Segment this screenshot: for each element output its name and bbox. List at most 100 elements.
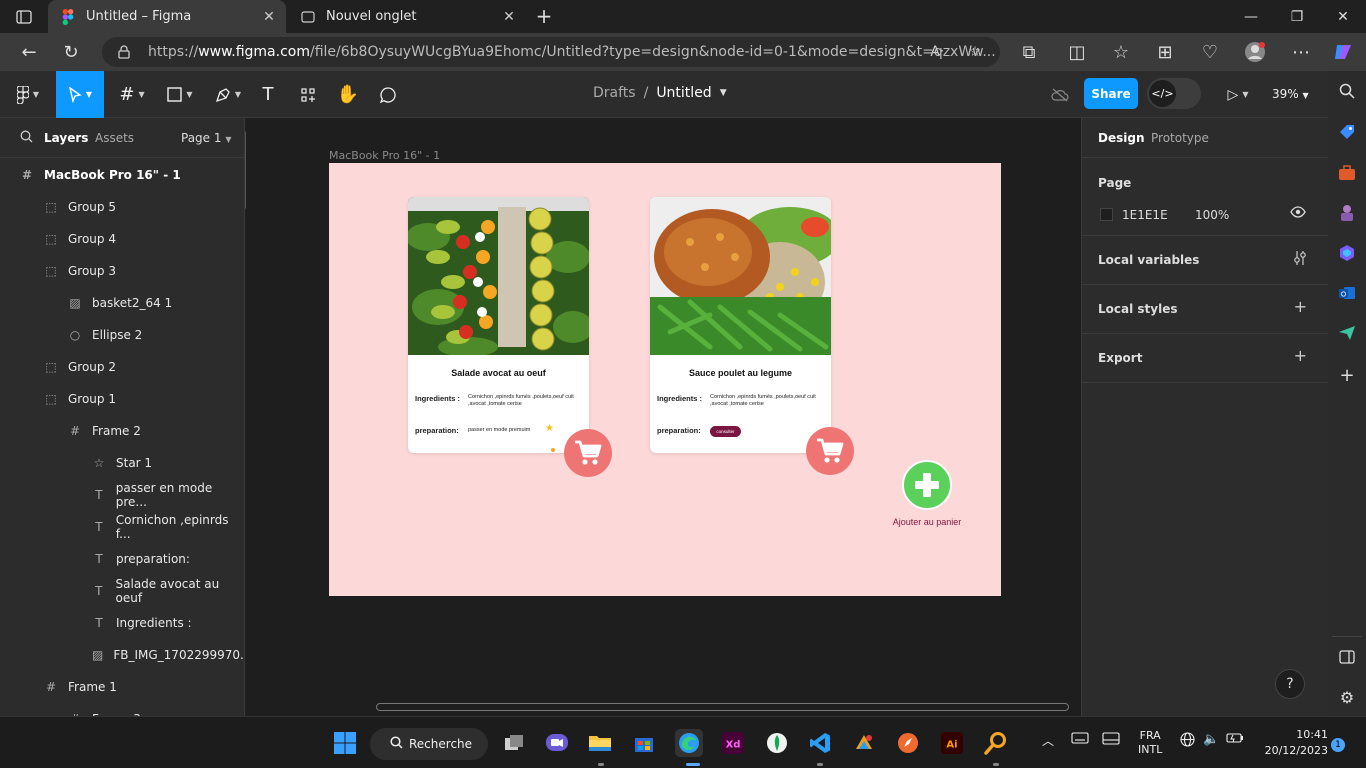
browser-tab-figma[interactable]: Untitled – Figma ✕ [48,0,286,33]
search-icon[interactable] [20,130,33,146]
add-export-icon[interactable]: + [1294,346,1307,365]
consult-button[interactable]: consulter [710,426,741,437]
local-styles-heading[interactable]: Local styles [1098,302,1178,316]
shopping-tag-icon[interactable] [1335,120,1359,144]
hand-tool-button[interactable]: ✋ [334,71,362,118]
battery-icon[interactable] [1226,732,1244,747]
search-icon[interactable] [1335,79,1359,103]
layer-row[interactable]: # MacBook Pro 16" - 1 [0,159,244,191]
page-color-value[interactable]: 1E1E1E [1122,208,1168,222]
recipe-card-salade[interactable]: Salade avocat au oeuf Ingredients : Corn… [408,197,589,453]
layer-row[interactable]: #Frame 3 [0,703,244,716]
taskbar-search[interactable]: Recherche [370,728,488,760]
profile-avatar-icon[interactable] [1240,37,1270,67]
add-to-cart-button[interactable] [902,460,952,510]
teams-chat-icon[interactable] [543,729,571,757]
resources-button[interactable] [294,71,322,118]
vscode-icon[interactable] [806,729,834,757]
system-clock[interactable]: 10:41 20/12/2023 [1258,727,1328,759]
close-tab-icon[interactable]: ✕ [496,5,522,29]
layer-row[interactable]: ⬚ Group 5 [0,191,244,223]
show-hidden-icons-chevron-icon[interactable]: ︿ [1042,732,1054,749]
app-icon-orange-compass[interactable] [894,729,922,757]
layer-row[interactable]: # Frame 2 [0,415,244,447]
reload-icon[interactable]: ↻ [56,37,86,67]
page-opacity-value[interactable]: 100% [1195,208,1229,222]
edge-browser-icon[interactable] [675,729,703,757]
tab-design[interactable]: Design [1098,131,1145,145]
network-globe-icon[interactable] [1180,732,1195,750]
share-button[interactable]: Share [1084,78,1138,109]
favorites-icon[interactable]: ☆ [1106,37,1136,67]
close-window-icon[interactable]: ✕ [1320,0,1366,33]
pen-tool-button[interactable]: ▼ [208,71,248,118]
layer-row[interactable]: T Salade avocat au oeuf [0,575,244,607]
keyboard-icon[interactable] [1071,732,1089,747]
page-color-swatch[interactable] [1100,208,1113,221]
comment-tool-button[interactable] [374,71,402,118]
hide-sidebar-icon[interactable] [1335,645,1359,669]
present-button[interactable]: ▷ ▼ [1218,71,1258,118]
variables-settings-icon[interactable] [1293,250,1307,270]
artboard-macbook[interactable]: Salade avocat au oeuf Ingredients : Corn… [329,163,1001,596]
export-heading[interactable]: Export [1098,351,1142,365]
adobe-xd-icon[interactable]: Xd [719,729,747,757]
layer-row[interactable]: # Frame 1 [0,671,244,703]
main-menu-button[interactable]: ▼ [8,71,48,118]
read-aloud-icon[interactable]: Aᐧ [926,42,948,62]
outlook-icon[interactable]: O [1335,281,1359,305]
text-tool-button[interactable]: T [254,71,282,118]
frame-tool-button[interactable]: # ▼ [112,71,152,118]
page-selector[interactable]: Page 1 ▼ [181,131,231,145]
restore-icon[interactable]: ❐ [1274,0,1320,33]
move-tool-button[interactable]: ▼ [56,71,104,118]
layer-row[interactable]: ⬚ Group 1 [0,383,244,415]
browser-tab-new[interactable]: Nouvel onglet ✕ [288,0,526,33]
split-screen-icon[interactable]: ◫ [1062,37,1092,67]
file-explorer-icon[interactable] [586,729,614,757]
tools-briefcase-icon[interactable] [1335,161,1359,185]
chevron-down-icon[interactable]: ▼ [720,88,727,98]
games-icon[interactable] [1335,201,1359,225]
performance-icon[interactable]: ♡ [1195,37,1225,67]
volume-icon[interactable]: 🔈 [1203,732,1219,747]
recipe-card-poulet[interactable]: Sauce poulet au legume Ingredients : Cor… [650,197,831,453]
layer-row[interactable]: ▨ FB_IMG_1702299970... [0,639,244,671]
layer-row[interactable]: Tpreparation: [0,543,244,575]
layer-row[interactable]: ☆ Star 1 [0,447,244,479]
shape-tool-button[interactable]: ▼ [160,71,200,118]
windows-start-icon[interactable] [331,729,359,757]
layer-row[interactable]: T Cornichon ,epinrds f... [0,511,244,543]
add-style-icon[interactable]: + [1294,297,1307,316]
offline-status-icon[interactable] [1046,71,1074,118]
input-language[interactable]: FRA INTL [1138,729,1162,757]
mongodb-compass-icon[interactable] [763,729,791,757]
new-tab-icon[interactable]: + [530,4,558,28]
file-title[interactable]: Untitled [656,85,711,101]
breadcrumb-drafts[interactable]: Drafts [593,85,636,101]
adobe-illustrator-icon[interactable]: Ai [938,729,966,757]
back-icon[interactable]: ← [14,37,44,67]
cart-button-poulet[interactable] [806,427,854,475]
help-button[interactable]: ? [1275,669,1305,699]
microsoft-store-icon[interactable] [630,729,658,757]
search-magnifier-app-icon[interactable] [982,729,1010,757]
minimize-icon[interactable]: — [1228,0,1274,33]
layer-row[interactable]: T Ingredients : [0,607,244,639]
tab-assets[interactable]: Assets [95,131,134,145]
close-tab-icon[interactable]: ✕ [256,5,282,29]
favorite-star-icon[interactable]: ☆ [964,42,986,62]
extensions-icon[interactable]: ⧉ [1014,37,1044,67]
cart-button-salade[interactable] [564,429,612,477]
canvas-horizontal-scrollbar[interactable] [376,703,1069,711]
send-icon[interactable] [1335,321,1359,345]
canvas[interactable]: MacBook Pro 16" - 1 Salade avocat au oeu… [246,118,1081,716]
layer-row[interactable]: ▨ basket2_64 1 [0,287,244,319]
settings-gear-icon[interactable]: ⚙ [1335,685,1359,709]
layer-row[interactable]: ○ Ellipse 2 [0,319,244,351]
notification-badge[interactable]: 1 [1331,738,1345,752]
layer-row[interactable]: ⬚ Group 4 [0,223,244,255]
tab-layers[interactable]: Layers [44,131,88,145]
local-variables-heading[interactable]: Local variables [1098,253,1199,267]
more-menu-icon[interactable]: ⋯ [1286,37,1316,67]
